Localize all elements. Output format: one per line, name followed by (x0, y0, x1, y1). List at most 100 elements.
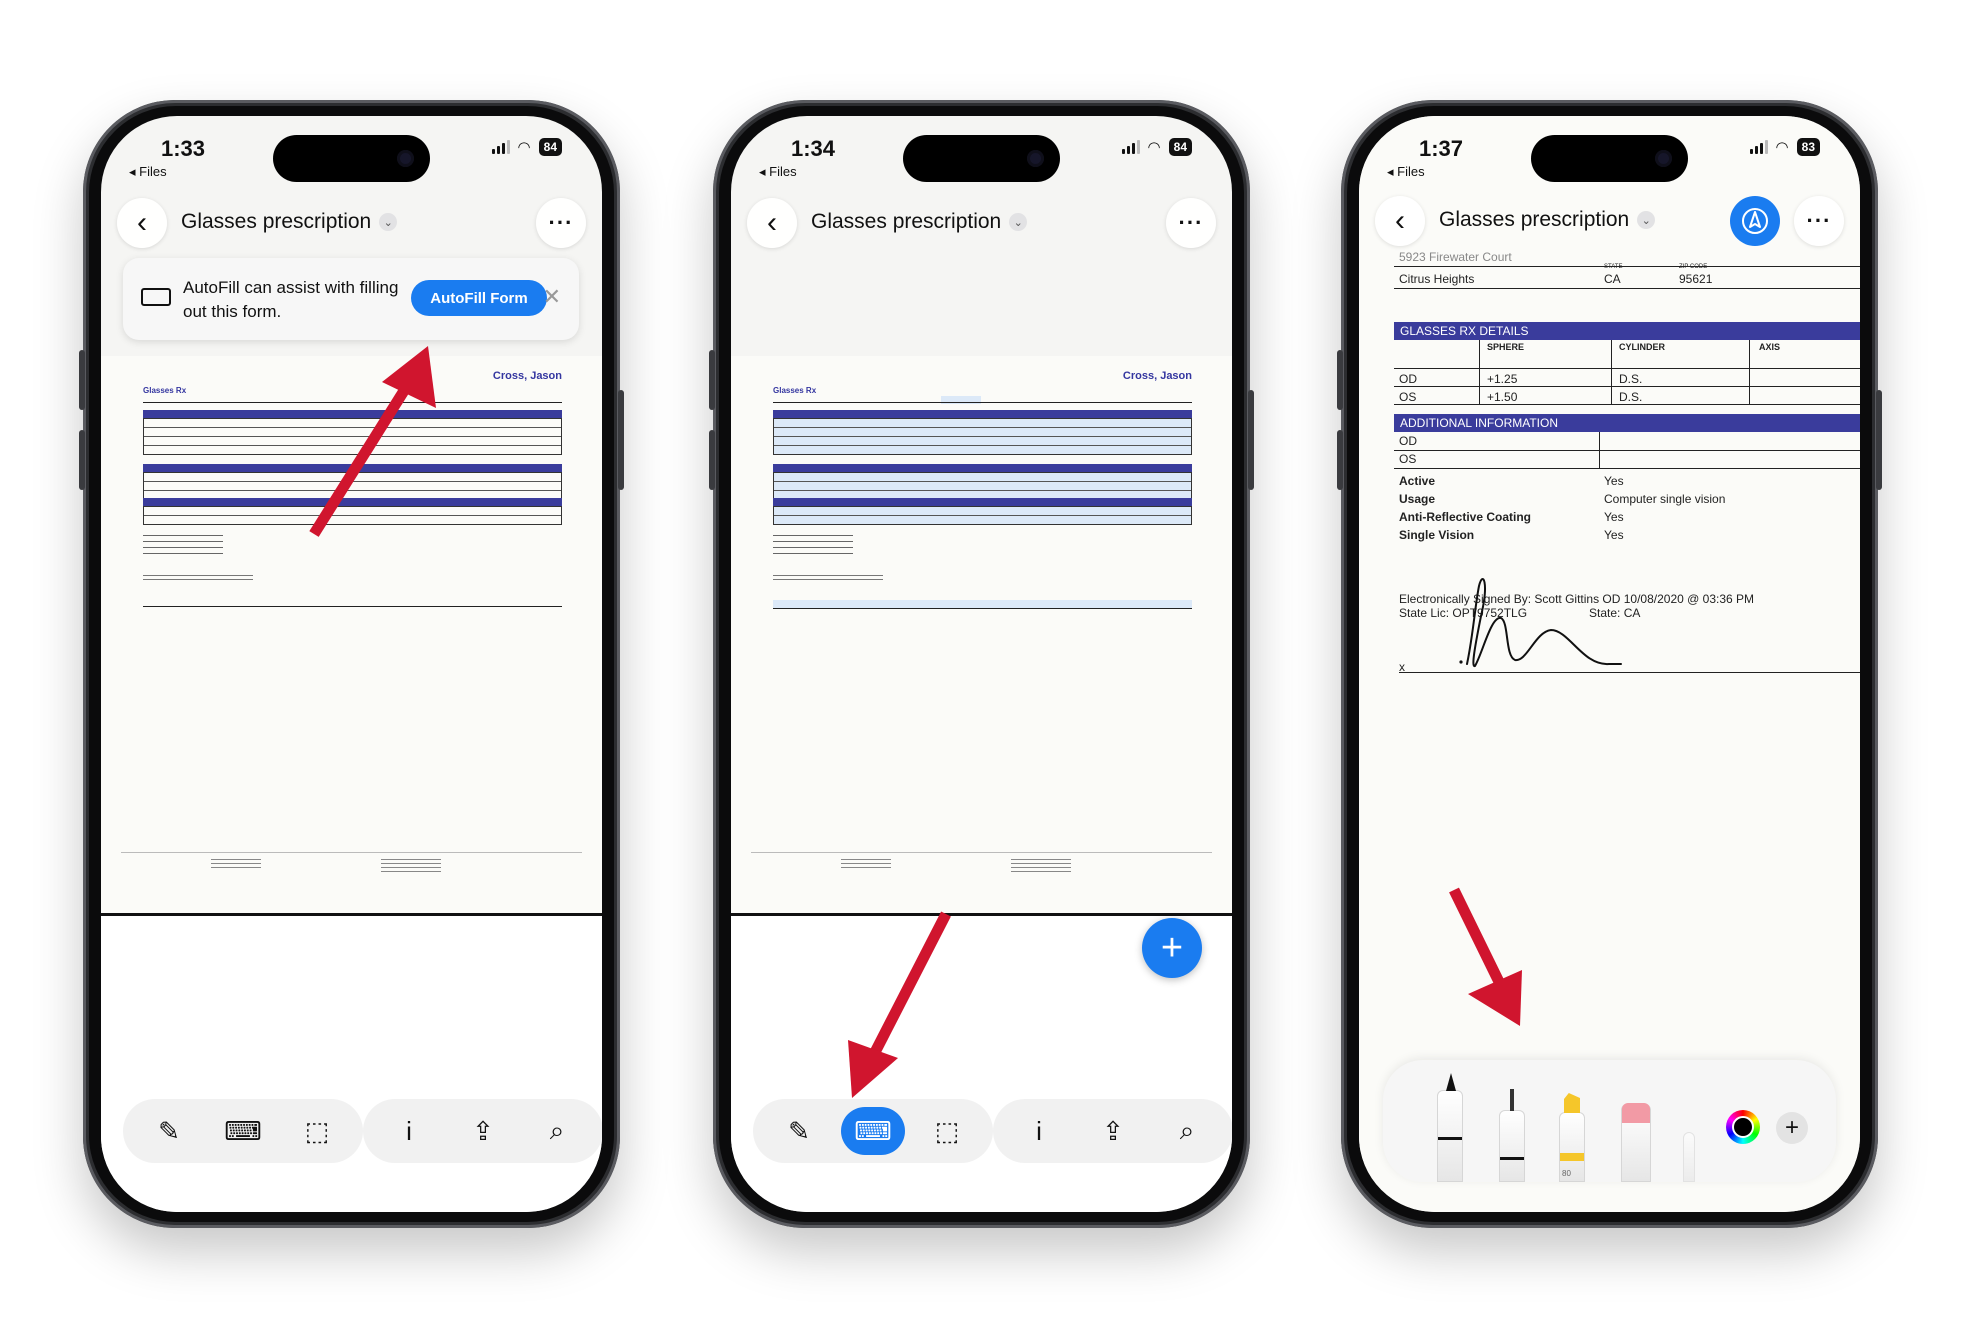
back-to-files-link[interactable]: ◂ Files (759, 164, 797, 180)
document-page[interactable]: Cross, Jason Glasses Rx (731, 356, 1232, 916)
document-title: Glasses Rx (773, 386, 817, 395)
phone-form-fields-highlighted: 1:34 ◂ Files ◠ 84 Cross, Jason Glasses R… (709, 100, 1254, 1228)
os-sphere: +1.50 (1487, 390, 1518, 404)
rx-details-fields[interactable] (773, 472, 1192, 500)
grid-line (1749, 340, 1750, 404)
battery-indicator: 84 (538, 138, 562, 156)
autofill-form-icon[interactable]: ⌨ (841, 1107, 905, 1155)
annotation-arrow-down-right (1449, 887, 1522, 1026)
signal-icon (1749, 140, 1768, 154)
pen-tool[interactable] (1437, 1073, 1463, 1182)
chevron-down-icon: ⌄ (1009, 213, 1028, 231)
eraser-tool[interactable] (1621, 1103, 1651, 1182)
highlighter-tool[interactable]: 80 (1559, 1093, 1585, 1182)
os-label: OS (1399, 390, 1417, 404)
volume-up-button (79, 350, 85, 410)
share-icon[interactable]: ⇪ (1081, 1107, 1145, 1155)
back-to-files-link[interactable]: ◂ Files (1387, 164, 1425, 180)
footer-address (381, 856, 441, 874)
markup-tool-palette: 80 + (1383, 1060, 1836, 1182)
more-options-button[interactable]: ··· (1794, 196, 1844, 246)
info-icon[interactable]: i (1007, 1107, 1071, 1155)
markup-pen-icon[interactable]: ✎ (767, 1107, 831, 1155)
document-title-menu[interactable]: Glasses prescription ⌄ (181, 210, 398, 234)
cylinder-header: CYLINDER (1619, 342, 1666, 352)
status-indicators: ◠ 84 (491, 138, 562, 156)
search-icon[interactable]: ⌕ (525, 1107, 589, 1155)
signature-text-lines (773, 572, 883, 580)
close-icon[interactable]: ✕ (543, 284, 561, 310)
sphere-header: SPHERE (1487, 342, 1525, 352)
ruler-tool[interactable] (1683, 1132, 1695, 1182)
more-options-button[interactable]: ··· (1166, 198, 1216, 248)
document-title-label: Glasses prescription (181, 210, 372, 233)
document-title-menu[interactable]: Glasses prescription ⌄ (1439, 208, 1656, 232)
screen: 1:34 ◂ Files ◠ 84 Cross, Jason Glasses R… (731, 116, 1232, 1212)
grid-line (1394, 386, 1860, 387)
patient-info-bar (773, 410, 1192, 418)
autofill-form-button[interactable]: AutoFill Form (411, 280, 547, 316)
back-to-files-link[interactable]: ◂ Files (129, 164, 167, 180)
status-indicators: ◠ 84 (1121, 138, 1192, 156)
phone-autofill-prompt: 1:33 ◂ Files ◠ 84 Cross, Jason Glasses R… (79, 100, 624, 1228)
volume-down-button (709, 430, 715, 490)
grid-line (1394, 450, 1860, 451)
od-sphere: +1.25 (1487, 372, 1518, 386)
signal-icon (1121, 140, 1140, 154)
back-button[interactable]: ‹ (117, 198, 167, 248)
status-time: 1:34 (791, 136, 836, 161)
document-title-label: Glasses prescription (811, 210, 1002, 233)
volume-down-button (1337, 430, 1343, 490)
selection-icon[interactable]: ⬚ (285, 1107, 349, 1155)
selection-icon[interactable]: ⬚ (915, 1107, 979, 1155)
footer-text (841, 856, 891, 870)
patient-name: Cross, Jason (1122, 370, 1192, 382)
document-title-menu[interactable]: Glasses prescription ⌄ (811, 210, 1028, 234)
info-lines (773, 530, 853, 554)
add-field-button[interactable]: + (1142, 918, 1202, 978)
dynamic-island (1531, 135, 1688, 182)
grid-line (1394, 368, 1860, 369)
footer-address (1011, 856, 1071, 874)
grid-line (1394, 404, 1860, 405)
back-button[interactable]: ‹ (747, 198, 797, 248)
grid-line (1394, 288, 1860, 289)
color-picker[interactable] (1726, 1110, 1760, 1144)
markup-pen-icon[interactable]: ✎ (137, 1107, 201, 1155)
grid-line (1611, 340, 1612, 404)
additional-info-bar (773, 498, 1192, 506)
toolbar-group-actions: i ⇪ ⌕ (993, 1099, 1232, 1163)
info-label-coating: Anti-Reflective Coating (1399, 510, 1532, 524)
navigation-bar: ‹ Glasses prescription ⌄ ··· (731, 198, 1232, 254)
share-icon[interactable]: ⇪ (451, 1107, 515, 1155)
search-icon[interactable]: ⌕ (1155, 1107, 1219, 1155)
additional-info-fields[interactable] (773, 506, 1192, 525)
back-button[interactable]: ‹ (1375, 196, 1425, 246)
state-value: CA (1604, 272, 1621, 286)
patient-info-fields[interactable] (773, 418, 1192, 455)
fineliner-tool[interactable] (1499, 1089, 1525, 1182)
info-label-active: Active (1399, 474, 1436, 488)
more-options-button[interactable]: ··· (536, 198, 586, 248)
zip-label: ZIP CODE (1679, 264, 1708, 270)
info-label-usage: Usage (1399, 492, 1436, 506)
wifi-icon: ◠ (517, 139, 531, 156)
opacity-label: 80 (1562, 1169, 1571, 1178)
screen: 1:33 ◂ Files ◠ 84 Cross, Jason Glasses R… (101, 116, 602, 1212)
rx-details-bar (773, 464, 1192, 472)
info-icon[interactable]: i (377, 1107, 441, 1155)
signature-field[interactable] (773, 600, 1192, 609)
info-value-coating: Yes (1604, 510, 1624, 524)
status-time: 1:37 (1419, 136, 1464, 161)
grid-line (1394, 266, 1860, 267)
volume-down-button (79, 430, 85, 490)
add-tool-button[interactable]: + (1776, 1112, 1808, 1144)
autofill-form-icon[interactable]: ⌨ (211, 1107, 275, 1155)
chevron-down-icon: ⌄ (379, 213, 398, 231)
grid-line (1479, 340, 1480, 404)
bottom-toolbar: ✎ ⌨ ⬚ i ⇪ ⌕ (123, 1096, 602, 1166)
navigation-bar: ‹ Glasses prescription ⌄ ··· (1359, 196, 1860, 252)
zoomed-document[interactable]: 5923 Firewater Court Citrus Heights STAT… (1359, 116, 1860, 1212)
markup-toggle-button[interactable] (1730, 196, 1780, 246)
power-button (618, 390, 624, 490)
